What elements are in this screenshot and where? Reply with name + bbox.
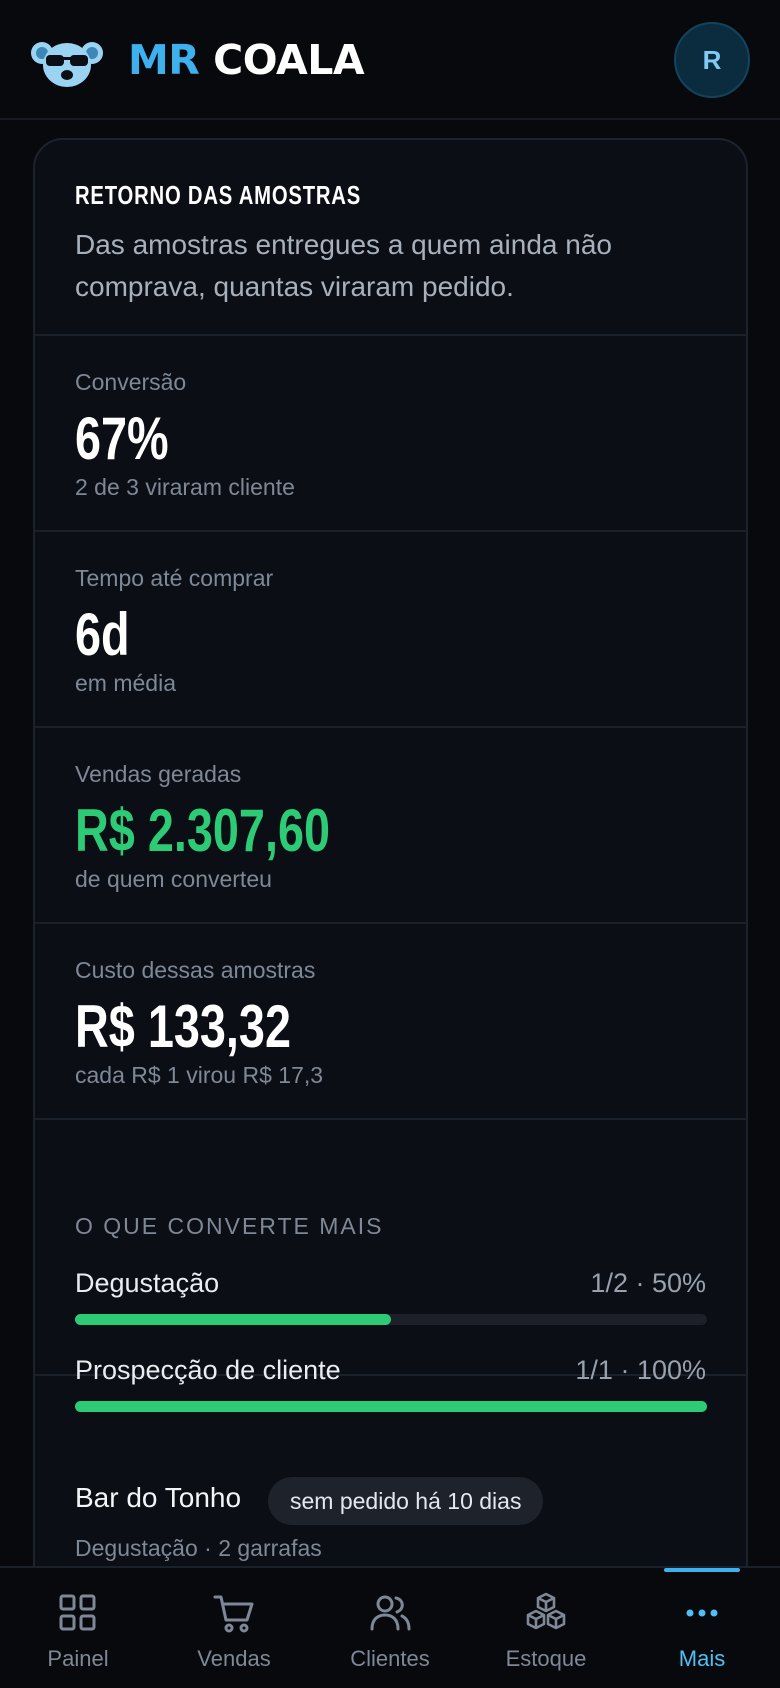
- bottom-tab-bar: Painel Vendas Clientes Estoque Mais: [0, 1566, 780, 1688]
- card-header: RETORNO DAS AMOSTRAS Das amostras entreg…: [35, 140, 746, 336]
- tab-painel[interactable]: Painel: [0, 1568, 156, 1688]
- metric-sub: de quem converteu: [75, 866, 272, 892]
- metric-label: Custo dessas amostras: [75, 957, 316, 983]
- metric-sample-cost: Custo dessas amostras R$ 133,32 cada R$ …: [35, 924, 746, 1120]
- metric-sub: cada R$ 1 virou R$ 17,3: [75, 1062, 324, 1088]
- conversion-row-value: 1/1 · 100%: [575, 1355, 706, 1385]
- cart-icon: [213, 1595, 254, 1633]
- metric-label: Conversão: [75, 369, 187, 395]
- metric-value: R$ 2.307,60: [75, 797, 331, 864]
- boxes-icon: [526, 1592, 566, 1630]
- conversion-row-label: Degustação: [75, 1268, 220, 1298]
- metric-value: R$ 133,32: [75, 993, 291, 1060]
- conversion-row-value: 1/2 · 50%: [590, 1268, 706, 1298]
- metric-sub: em média: [75, 670, 176, 696]
- status-badge: sem pedido há 10 dias: [268, 1477, 544, 1525]
- app-header: MR COALA R: [0, 0, 780, 120]
- conversion-title: O QUE CONVERTE MAIS: [75, 1213, 384, 1239]
- card-description: Das amostras entregues a quem ainda não …: [75, 229, 612, 302]
- conversion-bar-fill: [75, 1314, 391, 1325]
- conversion-row-label: Prospecção de cliente: [75, 1355, 341, 1385]
- users-icon: [370, 1595, 411, 1631]
- dashboard-icon: [59, 1594, 96, 1631]
- metric-label: Vendas geradas: [75, 761, 242, 787]
- metric-value: 67%: [75, 405, 169, 472]
- user-avatar[interactable]: R: [674, 22, 750, 98]
- customer-name: Bar do Tonho: [75, 1482, 242, 1513]
- brand-name: COALA: [213, 36, 365, 84]
- metric-sub: 2 de 3 viraram cliente: [75, 474, 295, 500]
- card-title: RETORNO DAS AMOSTRAS: [75, 180, 362, 210]
- brand-mr: MR: [128, 36, 200, 84]
- metric-conversion: Conversão 67% 2 de 3 viraram cliente: [35, 336, 746, 532]
- tab-estoque[interactable]: Estoque: [468, 1568, 624, 1688]
- metric-value: 6d: [75, 601, 130, 668]
- samples-return-card: RETORNO DAS AMOSTRAS Das amostras entreg…: [33, 138, 748, 1618]
- tab-label: Clientes: [350, 1646, 430, 1671]
- conversion-bar-fill: [75, 1401, 707, 1412]
- more-icon: [686, 1609, 718, 1617]
- tab-vendas[interactable]: Vendas: [156, 1568, 312, 1688]
- metric-time-to-buy: Tempo até comprar 6d em média: [35, 532, 746, 728]
- item-details: Degustação · 2 garrafas: [75, 1535, 322, 1561]
- tab-label: Mais: [678, 1646, 726, 1671]
- conversion-bar-track: [75, 1401, 707, 1412]
- tab-mais[interactable]: Mais: [624, 1568, 780, 1688]
- koala-logo-icon: [31, 42, 103, 87]
- app-brand: MR COALA: [128, 36, 365, 84]
- metric-sales-generated: Vendas geradas R$ 2.307,60 de quem conve…: [35, 728, 746, 924]
- tab-label: Estoque: [505, 1646, 587, 1671]
- tab-label: Vendas: [197, 1646, 271, 1671]
- tab-clientes[interactable]: Clientes: [312, 1568, 468, 1688]
- tab-label: Painel: [47, 1646, 109, 1671]
- conversion-bar-track: [75, 1314, 707, 1325]
- conversion-breakdown: [35, 1120, 746, 1376]
- metric-label: Tempo até comprar: [75, 565, 274, 591]
